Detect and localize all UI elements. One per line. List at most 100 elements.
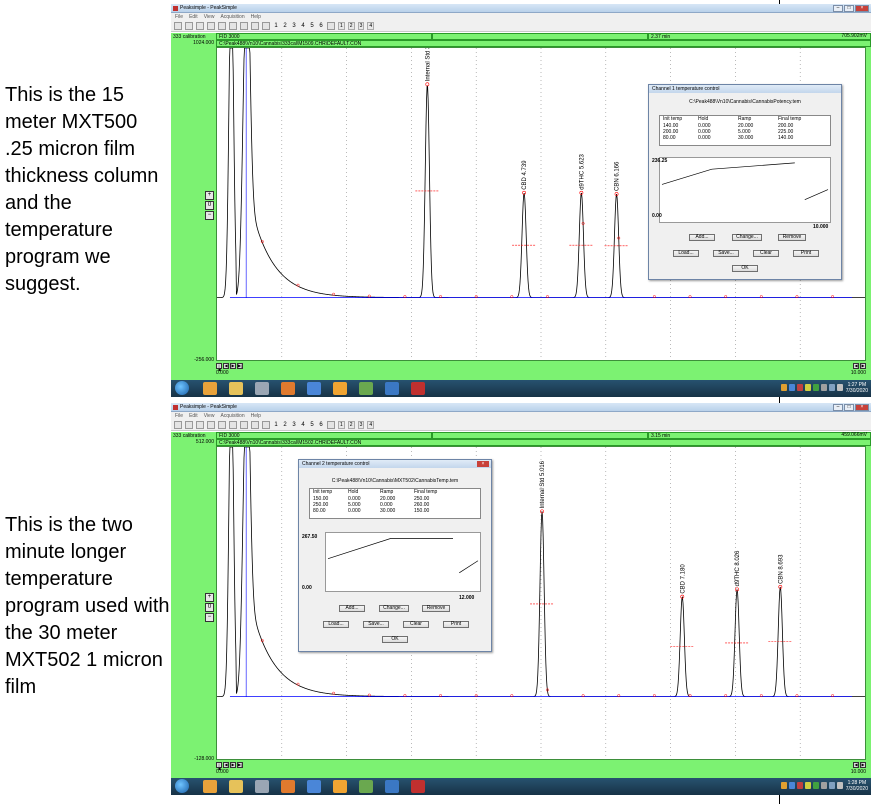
- list-icon[interactable]: [251, 421, 259, 429]
- folder-icon[interactable]: [229, 382, 243, 395]
- channel-number-button[interactable]: 1: [273, 422, 279, 428]
- save-icon[interactable]: [196, 421, 204, 429]
- channel-number-button[interactable]: 2: [282, 23, 288, 29]
- tray-icon[interactable]: [789, 782, 795, 789]
- ok-button[interactable]: OK: [732, 265, 758, 272]
- tray-icon[interactable]: [781, 384, 787, 391]
- scroll-left-icon[interactable]: ◀: [853, 363, 859, 369]
- tray-icon[interactable]: [797, 782, 803, 789]
- tray-icon[interactable]: [797, 384, 803, 391]
- peak-marker[interactable]: d9THC 8.026: [725, 550, 750, 644]
- channel-number-button[interactable]: 3: [291, 422, 297, 428]
- tray-icon[interactable]: [781, 782, 787, 789]
- clock[interactable]: 1:27 PM 7/30/2020: [846, 382, 868, 394]
- menu-item-view[interactable]: View: [204, 412, 215, 420]
- temperature-table[interactable]: Init temp Hold Ramp Final temp 140.00 0.0…: [659, 115, 831, 146]
- zoom-reset-icon[interactable]: 0: [205, 603, 214, 612]
- zoom-out-icon[interactable]: −: [205, 211, 214, 220]
- peak-marker[interactable]: CBD 4.739: [512, 160, 537, 246]
- start-button[interactable]: [175, 381, 189, 395]
- calculator-icon[interactable]: [359, 382, 373, 395]
- media-player-icon[interactable]: [281, 780, 295, 793]
- channel-toggle-button[interactable]: 3: [357, 22, 365, 30]
- scroll-last-icon[interactable]: ▶|: [237, 762, 243, 768]
- save-button[interactable]: Save...: [713, 250, 739, 257]
- results-icon[interactable]: [327, 421, 335, 429]
- peaksimple-icon[interactable]: [411, 382, 425, 395]
- scroll-next-icon[interactable]: ▶: [230, 762, 236, 768]
- peak-marker[interactable]: CBD 7.180: [670, 564, 695, 647]
- tray-icon[interactable]: [829, 782, 835, 789]
- settings-icon[interactable]: [333, 382, 347, 395]
- load-button[interactable]: Load...: [673, 250, 699, 257]
- channel-toggle-button[interactable]: 1: [338, 22, 345, 30]
- channel-number-button[interactable]: 3: [291, 23, 297, 29]
- calculator-icon[interactable]: [359, 780, 373, 793]
- list-icon[interactable]: [251, 22, 259, 30]
- peak-marker[interactable]: CBN 6.166: [604, 161, 629, 247]
- minimize-button[interactable]: –: [833, 5, 843, 12]
- chrome-icon[interactable]: [203, 780, 217, 793]
- peak-marker[interactable]: Internal Std 3.246: [415, 48, 440, 192]
- integration-icon[interactable]: [262, 421, 270, 429]
- channel-number-button[interactable]: 4: [300, 23, 306, 29]
- edit-icon[interactable]: [229, 421, 237, 429]
- change-button[interactable]: Change...: [732, 234, 762, 241]
- network-icon[interactable]: [255, 382, 269, 395]
- channel-number-button[interactable]: 4: [300, 422, 306, 428]
- zoom-reset-icon[interactable]: 0: [205, 201, 214, 210]
- close-button[interactable]: ×: [855, 404, 869, 411]
- ok-button[interactable]: OK: [382, 636, 408, 643]
- grid-icon[interactable]: [240, 421, 248, 429]
- save-icon[interactable]: [196, 22, 204, 30]
- results-icon[interactable]: [327, 22, 335, 30]
- new-file-icon[interactable]: [174, 421, 182, 429]
- integration-icon[interactable]: [262, 22, 270, 30]
- clock[interactable]: 1:28 PM 7/30/2020: [846, 780, 868, 792]
- close-button[interactable]: ×: [855, 5, 869, 12]
- dialog-close-button[interactable]: ×: [477, 461, 489, 467]
- maximize-button[interactable]: □: [844, 5, 854, 12]
- print-button[interactable]: Print: [793, 250, 819, 257]
- save-button[interactable]: Save...: [363, 621, 389, 628]
- menu-item-help[interactable]: Help: [251, 412, 261, 420]
- add-button[interactable]: Add...: [689, 234, 715, 241]
- channel-number-button[interactable]: 6: [318, 422, 324, 428]
- teamviewer-icon[interactable]: [307, 780, 321, 793]
- menu-item-acquisition[interactable]: Acquisition: [220, 412, 244, 420]
- menu-item-acquisition[interactable]: Acquisition: [220, 13, 244, 21]
- print-preview-icon[interactable]: [218, 421, 226, 429]
- tray-icon[interactable]: [813, 384, 819, 391]
- load-button[interactable]: Load...: [323, 621, 349, 628]
- print-icon[interactable]: [207, 421, 215, 429]
- tray-icon[interactable]: [837, 384, 843, 391]
- clear-button[interactable]: Clear: [753, 250, 779, 257]
- channel-toggle-button[interactable]: 1: [338, 421, 345, 429]
- clear-button[interactable]: Clear: [403, 621, 429, 628]
- channel-number-button[interactable]: 1: [273, 23, 279, 29]
- peak-marker[interactable]: Internal Std 5.016: [530, 460, 555, 605]
- new-file-icon[interactable]: [174, 22, 182, 30]
- channel-toggle-button[interactable]: 2: [347, 421, 355, 429]
- scroll-right-icon[interactable]: ▶: [860, 762, 866, 768]
- scroll-prev-icon[interactable]: ◀: [223, 762, 229, 768]
- channel-toggle-button[interactable]: 3: [357, 421, 365, 429]
- add-button[interactable]: Add...: [339, 605, 365, 612]
- network-icon[interactable]: [255, 780, 269, 793]
- scroll-left-icon[interactable]: ◀: [853, 762, 859, 768]
- peak-marker[interactable]: CBN 8.693: [768, 554, 793, 643]
- print-button[interactable]: Print: [443, 621, 469, 628]
- temperature-table[interactable]: Init temp Hold Ramp Final temp 150.00 0.0…: [309, 488, 481, 519]
- tray-icon[interactable]: [805, 384, 811, 391]
- tray-icon[interactable]: [821, 384, 827, 391]
- channel-toggle-button[interactable]: 2: [347, 22, 355, 30]
- maximize-button[interactable]: □: [844, 404, 854, 411]
- print-icon[interactable]: [207, 22, 215, 30]
- folder-icon[interactable]: [229, 780, 243, 793]
- print-preview-icon[interactable]: [218, 22, 226, 30]
- channel-toggle-button[interactable]: 4: [367, 22, 375, 30]
- tray-icon[interactable]: [837, 782, 843, 789]
- settings-icon[interactable]: [333, 780, 347, 793]
- minimize-button[interactable]: –: [833, 404, 843, 411]
- channel-toggle-button[interactable]: 4: [367, 421, 375, 429]
